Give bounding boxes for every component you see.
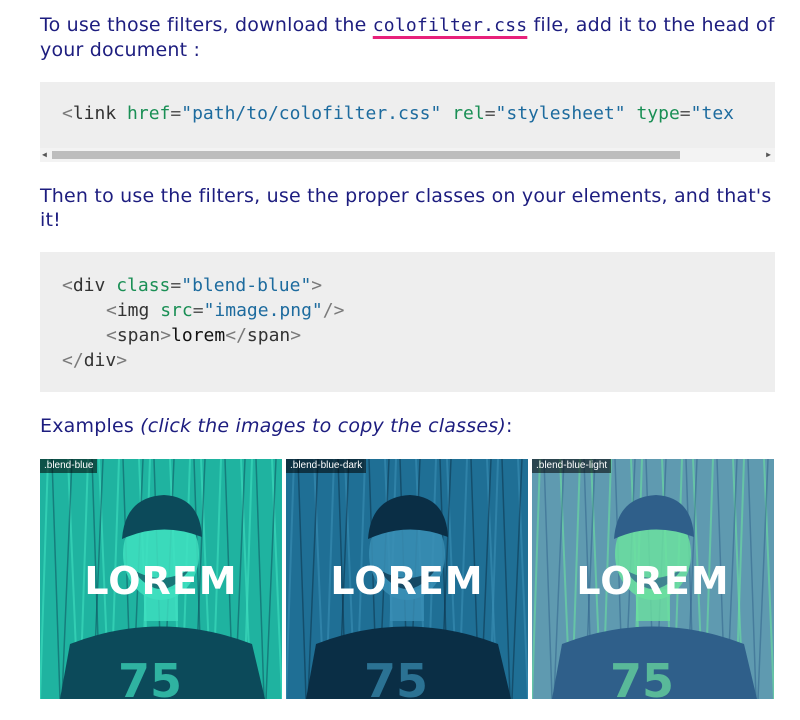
svg-text:75: 75 xyxy=(364,654,428,699)
code-string: "tex xyxy=(690,103,734,124)
code-tag: span xyxy=(116,325,161,346)
intro-text: To use those filters, download the xyxy=(40,14,373,36)
example-class-label: .blend-blue xyxy=(40,459,98,473)
code-eq: = xyxy=(170,103,182,124)
code-eq: = xyxy=(170,275,182,296)
code-bracket: > xyxy=(290,325,302,346)
example-class-label: .blend-blue-dark xyxy=(286,459,367,473)
code-tag: div xyxy=(83,350,117,371)
example-overlay-text: LOREM xyxy=(330,559,484,603)
code-bracket: > xyxy=(116,350,128,371)
code-attr: href xyxy=(127,103,171,124)
code-bracket: </ xyxy=(225,325,247,346)
examples-hint: (click the images to copy the classes) xyxy=(140,415,506,437)
examples-colon: : xyxy=(505,415,513,437)
code-line: <link href="path/to/colofilter.css" rel=… xyxy=(62,103,734,124)
example-overlay-text: LOREM xyxy=(576,559,730,603)
code-attr: type xyxy=(636,103,680,124)
code-eq: = xyxy=(192,300,204,321)
code-bracket: < xyxy=(106,325,117,346)
scrollbar-thumb[interactable] xyxy=(52,151,680,159)
page: To use those filters, download the colof… xyxy=(0,0,800,720)
scroll-left-arrow-icon[interactable]: ◀ xyxy=(42,149,47,161)
code-bracket: > xyxy=(311,275,323,296)
svg-text:75: 75 xyxy=(610,654,674,699)
link-code-block[interactable]: <link href="path/to/colofilter.css" rel=… xyxy=(40,82,775,162)
code-bracket: > xyxy=(160,325,172,346)
code-bracket: < xyxy=(106,300,117,321)
code-text: lorem xyxy=(171,325,226,346)
code-line-span: <span>lorem</span> xyxy=(106,323,301,348)
code-tag: img xyxy=(116,300,150,321)
code-string: "image.png" xyxy=(203,300,323,321)
code-line-div-open: <div class="blend-blue"> xyxy=(62,273,322,298)
code-line-img: <img src="image.png"/> xyxy=(106,298,344,323)
code-string: "stylesheet" xyxy=(495,103,626,124)
scroll-right-arrow-icon[interactable]: ▶ xyxy=(766,149,771,161)
example-overlay-text: LOREM xyxy=(84,559,238,603)
code-bracket: < xyxy=(62,103,73,124)
usage-paragraph: Then to use the filters, use the proper … xyxy=(40,185,772,231)
examples-label: Examples xyxy=(40,415,141,437)
code-eq: = xyxy=(679,103,691,124)
colofilter-download-link[interactable]: colofilter.css xyxy=(373,15,528,36)
code-eq: = xyxy=(484,103,496,124)
code-tag: link xyxy=(72,103,117,124)
div-code-block[interactable]: <div class="blend-blue"> <img src="image… xyxy=(40,252,775,392)
example-blend-blue-dark[interactable]: 75 .blend-blue-dark LOREM xyxy=(286,459,528,699)
example-blend-blue[interactable]: 75 .blend-blue LOREM xyxy=(40,459,282,699)
code-bracket: < xyxy=(62,275,73,296)
svg-text:75: 75 xyxy=(118,654,182,699)
code-bracket: /> xyxy=(322,300,345,321)
code-string: "blend-blue" xyxy=(181,275,312,296)
code-attr: class xyxy=(116,275,171,296)
intro-paragraph: To use those filters, download the colof… xyxy=(40,13,775,62)
horizontal-scrollbar[interactable]: ◀ ▶ xyxy=(40,148,775,162)
code-line-div-close: </div> xyxy=(62,348,127,373)
example-class-label: .blend-blue-light xyxy=(532,459,612,473)
examples-heading: Examples (click the images to copy the c… xyxy=(40,414,775,438)
code-tag: div xyxy=(72,275,106,296)
code-bracket: </ xyxy=(62,350,84,371)
code-attr: rel xyxy=(452,103,485,124)
code-string: "path/to/colofilter.css" xyxy=(181,103,442,124)
code-tag: span xyxy=(246,325,291,346)
example-blend-blue-light[interactable]: 75 .blend-blue-light LOREM xyxy=(532,459,774,699)
examples-gallery: 75 .blend-blue LOREM 75 .blend-blue-dark… xyxy=(40,459,775,699)
code-attr: src xyxy=(160,300,193,321)
